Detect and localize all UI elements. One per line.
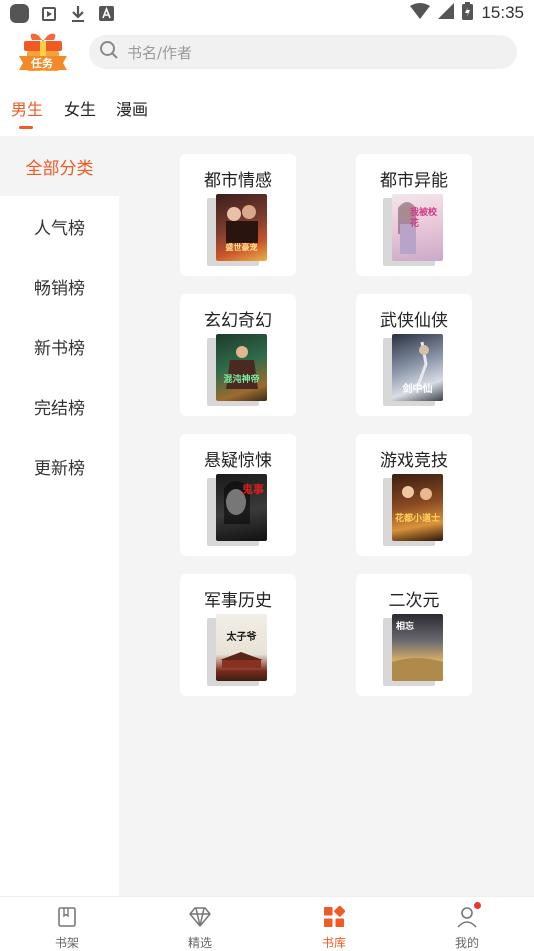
category-title: 武侠仙侠 — [380, 311, 448, 331]
book-cover: 我被校花 — [383, 194, 443, 266]
category-card-fantasy[interactable]: 玄幻奇幻 混沌神帝 — [180, 294, 296, 416]
nav-bookshelf[interactable]: 书架 — [37, 897, 97, 951]
category-title: 二次元 — [388, 591, 440, 611]
search-icon — [99, 40, 119, 64]
diamond-icon — [188, 906, 212, 932]
nav-label: 我的 — [454, 936, 479, 950]
search-placeholder: 书名/作者 — [127, 43, 193, 62]
main-content: 全部分类 人气榜 畅销榜 新书榜 完结榜 更新榜 都市情感 盛世豪宠 都市异能 — [0, 136, 534, 896]
notification-dot — [474, 902, 481, 909]
book-cover: 花都小道士 — [383, 474, 443, 546]
category-title: 都市异能 — [380, 171, 448, 191]
book-cover: 相忘 — [383, 614, 443, 686]
tab-indicator — [19, 126, 33, 129]
category-card-military-history[interactable]: 军事历史 太子爷 — [180, 574, 296, 696]
nav-library[interactable]: 书库 — [304, 897, 364, 951]
category-card-thriller[interactable]: 悬疑惊悚 鬼事 — [180, 434, 296, 556]
cover-title-text: 我被校花 — [410, 208, 438, 229]
category-title: 游戏竞技 — [380, 451, 448, 471]
task-badge-label: 任务 — [31, 57, 53, 70]
category-card-anime[interactable]: 二次元 相忘 — [356, 574, 472, 696]
header: 任务 书名/作者 — [0, 28, 534, 80]
cover-title-text: 花都小道士 — [394, 514, 440, 524]
bottom-nav: 书架 精选 书库 我的 — [0, 896, 534, 950]
category-title: 玄幻奇幻 — [204, 311, 272, 331]
category-title: 都市情感 — [204, 171, 272, 191]
status-bar: 15:35 — [0, 0, 534, 28]
sidebar-item-completed[interactable]: 完结榜 — [0, 376, 119, 436]
tab-comics[interactable]: 漫画 — [116, 96, 148, 120]
app-icon — [10, 4, 29, 23]
nav-label: 书库 — [321, 936, 346, 950]
cover-title-text: 太子爷 — [226, 632, 257, 643]
battery-icon — [462, 2, 474, 24]
tab-male[interactable]: 男生 — [11, 96, 43, 120]
cover-title-text: 剑中仙 — [402, 384, 433, 395]
gender-tabs: 男生 女生 漫画 — [0, 88, 534, 136]
search-bar[interactable]: 书名/作者 — [89, 35, 517, 69]
sidebar-item-new-books[interactable]: 新书榜 — [0, 316, 119, 376]
cover-title-text: 盛世豪宠 — [225, 243, 258, 252]
book-cover: 鬼事 — [207, 474, 267, 546]
ranking-sidebar: 全部分类 人气榜 畅销榜 新书榜 完结榜 更新榜 — [0, 136, 119, 896]
sidebar-item-popular[interactable]: 人气榜 — [0, 196, 119, 256]
category-card-urban-supernatural[interactable]: 都市异能 我被校花 — [356, 154, 472, 276]
book-cover: 混沌神帝 — [207, 334, 267, 406]
sidebar-item-updated[interactable]: 更新榜 — [0, 436, 119, 496]
library-grid-icon — [323, 905, 346, 932]
media-icon — [39, 4, 58, 23]
nav-profile[interactable]: 我的 — [437, 897, 497, 951]
category-title: 悬疑惊悚 — [204, 451, 272, 471]
category-card-wuxia[interactable]: 武侠仙侠 剑中仙 — [356, 294, 472, 416]
user-icon — [456, 906, 478, 932]
nav-label: 精选 — [187, 936, 212, 950]
category-card-gaming[interactable]: 游戏竞技 花都小道士 — [356, 434, 472, 556]
task-badge-button[interactable]: 任务 — [18, 32, 68, 76]
clock: 15:35 — [481, 3, 524, 22]
download-icon — [68, 4, 87, 23]
category-card-urban-romance[interactable]: 都市情感 盛世豪宠 — [180, 154, 296, 276]
wifi-icon — [410, 3, 431, 23]
sidebar-item-bestseller[interactable]: 畅销榜 — [0, 256, 119, 316]
book-cover: 太子爷 — [207, 614, 267, 686]
tab-female[interactable]: 女生 — [64, 96, 96, 120]
nav-label: 书架 — [54, 936, 79, 950]
cover-title-text: 混沌神帝 — [223, 375, 260, 385]
category-title: 军事历史 — [204, 591, 272, 611]
sidebar-item-all-categories[interactable]: 全部分类 — [0, 136, 119, 196]
bookshelf-icon — [56, 906, 78, 932]
signal-icon — [438, 3, 455, 23]
book-cover: 剑中仙 — [383, 334, 443, 406]
a-icon — [97, 4, 116, 23]
nav-featured[interactable]: 精选 — [170, 897, 230, 951]
book-cover: 盛世豪宠 — [207, 194, 267, 266]
cover-title-text: 相忘 — [396, 622, 415, 632]
cover-title-text: 鬼事 — [242, 483, 264, 496]
